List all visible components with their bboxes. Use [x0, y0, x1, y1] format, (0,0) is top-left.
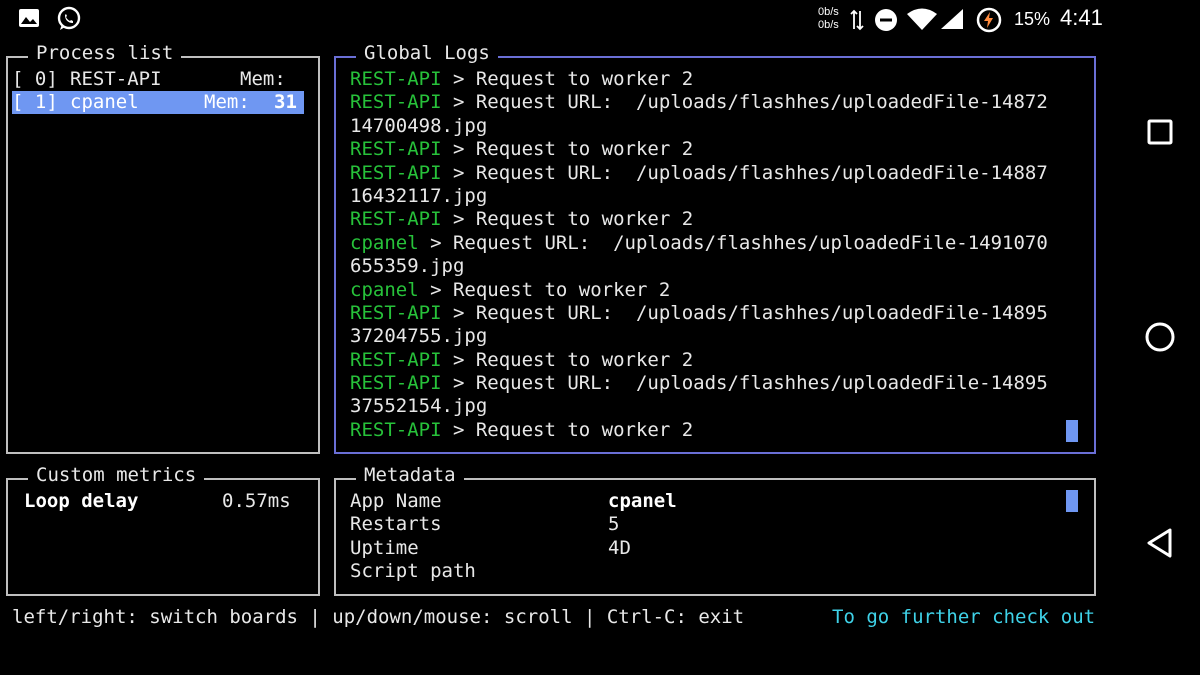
global-logs-panel[interactable]: Global Logs REST-API > Request to worker… — [334, 42, 1096, 454]
log-source: REST-API — [350, 68, 442, 90]
recents-icon[interactable] — [1140, 112, 1180, 152]
log-source: REST-API — [350, 138, 442, 161]
network-speed: 0b/s 0b/s — [818, 6, 839, 32]
log-line: REST-API > Request URL: /uploads/flashhe… — [350, 91, 1080, 114]
log-message: > Request URL: /uploads/flashhes/uploade… — [441, 91, 1048, 114]
log-message: > Request to worker 2 — [441, 138, 694, 161]
battery-charging-icon — [976, 7, 1002, 33]
meta-value-uptime: 4D — [608, 536, 631, 559]
log-message: > Request to worker 2 — [418, 278, 671, 301]
net-down-text: 0b/s — [818, 19, 839, 31]
do-not-disturb-icon — [875, 9, 897, 31]
process-id: [ 1] — [12, 91, 58, 113]
log-line: 655359.jpg — [350, 255, 1080, 278]
log-source: REST-API — [350, 372, 442, 395]
gallery-icon — [19, 9, 39, 27]
log-line: 37204755.jpg — [350, 325, 1080, 348]
log-message: 16432117.jpg — [350, 184, 488, 207]
log-source: REST-API — [350, 161, 442, 184]
log-message: 37204755.jpg — [350, 325, 488, 348]
net-up-text: 0b/s — [818, 6, 839, 18]
data-arrows-icon — [850, 9, 864, 31]
panel-title: Metadata — [356, 464, 464, 487]
panel-title: Global Logs — [356, 42, 498, 65]
cell-signal-icon — [941, 9, 963, 29]
meta-value-app-name: cpanel — [608, 490, 677, 512]
wifi-icon — [907, 8, 937, 30]
log-message: > Request URL: /uploads/flashhes/uploade… — [441, 161, 1048, 184]
process-name: REST-API — [70, 68, 162, 90]
scrollbar-thumb[interactable] — [1066, 420, 1078, 442]
metadata-panel[interactable]: Metadata App Name cpanel Restarts 5 Upti… — [334, 464, 1096, 596]
log-message: > Request to worker 2 — [441, 208, 694, 231]
log-message: > Request to worker 2 — [441, 418, 694, 441]
meta-key-restarts: Restarts — [350, 513, 442, 536]
log-message: 14700498.jpg — [350, 114, 488, 137]
mem-label: Mem: — [240, 68, 286, 90]
log-source: REST-API — [350, 301, 442, 324]
log-source: cpanel — [350, 278, 419, 301]
log-source: REST-API — [350, 91, 442, 114]
log-message: 655359.jpg — [350, 255, 465, 278]
meta-key-uptime: Uptime — [350, 536, 419, 559]
log-line: 14700498.jpg — [350, 115, 1080, 138]
log-line: cpanel > Request URL: /uploads/flashhes/… — [350, 232, 1080, 255]
process-id: [ 0] — [12, 68, 58, 90]
whatsapp-icon — [57, 6, 81, 30]
battery-percent: 15% — [1014, 9, 1051, 29]
log-message: > Request URL: /uploads/flashhes/uploade… — [441, 372, 1048, 395]
metric-value: 0.57ms — [222, 490, 291, 512]
log-line: REST-API > Request to worker 2 — [350, 68, 1080, 91]
log-line: 37552154.jpg — [350, 395, 1080, 418]
metric-label: Loop delay — [24, 490, 139, 512]
clock: 4:41 — [1060, 5, 1103, 30]
meta-value-restarts: 5 — [608, 513, 620, 536]
custom-metrics-panel[interactable]: Custom metrics Loop delay 0.57ms — [6, 464, 320, 596]
scrollbar-thumb[interactable] — [1066, 490, 1078, 512]
log-message: > Request URL: /uploads/flashhes/uploade… — [441, 301, 1048, 324]
log-source: REST-API — [350, 418, 442, 441]
panel-title: Process list — [28, 42, 182, 65]
log-output: REST-API > Request to worker 2 REST-API >… — [350, 68, 1080, 442]
log-line: REST-API > Request URL: /uploads/flashhe… — [350, 372, 1080, 395]
log-message: > Request to worker 2 — [441, 348, 694, 371]
process-row[interactable]: [ 0] REST-API Mem: — [12, 68, 310, 91]
log-line: REST-API > Request to worker 2 — [350, 208, 1080, 231]
process-row-selected[interactable]: [ 1] cpanel Mem: 31 — [12, 91, 304, 114]
log-line: REST-API > Request URL: /uploads/flashhe… — [350, 302, 1080, 325]
log-line: REST-API > Request to worker 2 — [350, 349, 1080, 372]
log-source: REST-API — [350, 348, 442, 371]
mem-value: 31 — [274, 91, 297, 113]
log-line: REST-API > Request to worker 2 — [350, 138, 1080, 161]
android-status-bar: 0b/s 0b/s 15% 4:41 — [0, 0, 1110, 40]
log-line: 16432117.jpg — [350, 185, 1080, 208]
meta-key-app-name: App Name — [350, 490, 442, 512]
log-source: cpanel — [350, 231, 419, 254]
log-message: 37552154.jpg — [350, 395, 488, 418]
panel-title: Custom metrics — [28, 464, 205, 487]
process-name: cpanel — [70, 91, 139, 113]
log-line: REST-API > Request to worker 2 — [350, 419, 1080, 442]
mem-label: Mem: — [204, 91, 250, 113]
log-line: cpanel > Request to worker 2 — [350, 279, 1080, 302]
back-icon[interactable] — [1140, 522, 1180, 562]
log-source: REST-API — [350, 208, 442, 231]
keyboard-help: left/right: switch boards | up/down/mous… — [12, 606, 745, 628]
process-list-panel[interactable]: Process list [ 0] REST-API Mem: [ 1] cpa… — [6, 42, 320, 454]
meta-key-script-path: Script path — [350, 560, 476, 583]
home-icon[interactable] — [1140, 317, 1180, 357]
log-message: > Request to worker 2 — [441, 68, 694, 90]
log-message: > Request URL: /uploads/flashhes/uploade… — [418, 231, 1048, 254]
further-info-link[interactable]: To go further check out — [832, 606, 1095, 629]
log-line: REST-API > Request URL: /uploads/flashhe… — [350, 162, 1080, 185]
